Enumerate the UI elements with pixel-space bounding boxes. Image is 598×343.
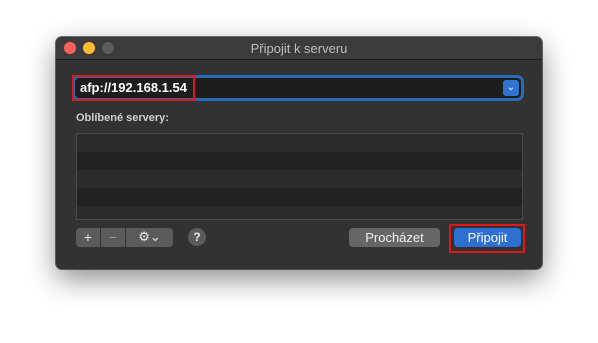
- list-item[interactable]: [77, 134, 522, 152]
- favorites-label: Oblíbené servery:: [76, 112, 169, 124]
- list-item[interactable]: [77, 206, 522, 224]
- list-item[interactable]: [77, 188, 522, 206]
- favorite-servers-list[interactable]: [76, 133, 523, 220]
- chevron-down-icon[interactable]: ⌄: [503, 80, 519, 96]
- connect-to-server-window: Připojit k serveru afp://192.168.1.54 ⌄ …: [56, 37, 542, 269]
- remove-server-button[interactable]: −: [101, 228, 125, 247]
- gear-icon[interactable]: ⚙︎⌄: [126, 228, 173, 247]
- connect-highlight-box: [449, 224, 525, 253]
- list-item[interactable]: [77, 170, 522, 188]
- title-bar: Připojit k serveru: [56, 37, 542, 60]
- browse-button[interactable]: Procházet: [349, 228, 440, 247]
- add-server-button[interactable]: +: [76, 228, 100, 247]
- window-title: Připojit k serveru: [250, 41, 348, 56]
- help-button[interactable]: ?: [188, 228, 206, 246]
- list-item[interactable]: [77, 152, 522, 170]
- address-highlight-box: [72, 75, 195, 101]
